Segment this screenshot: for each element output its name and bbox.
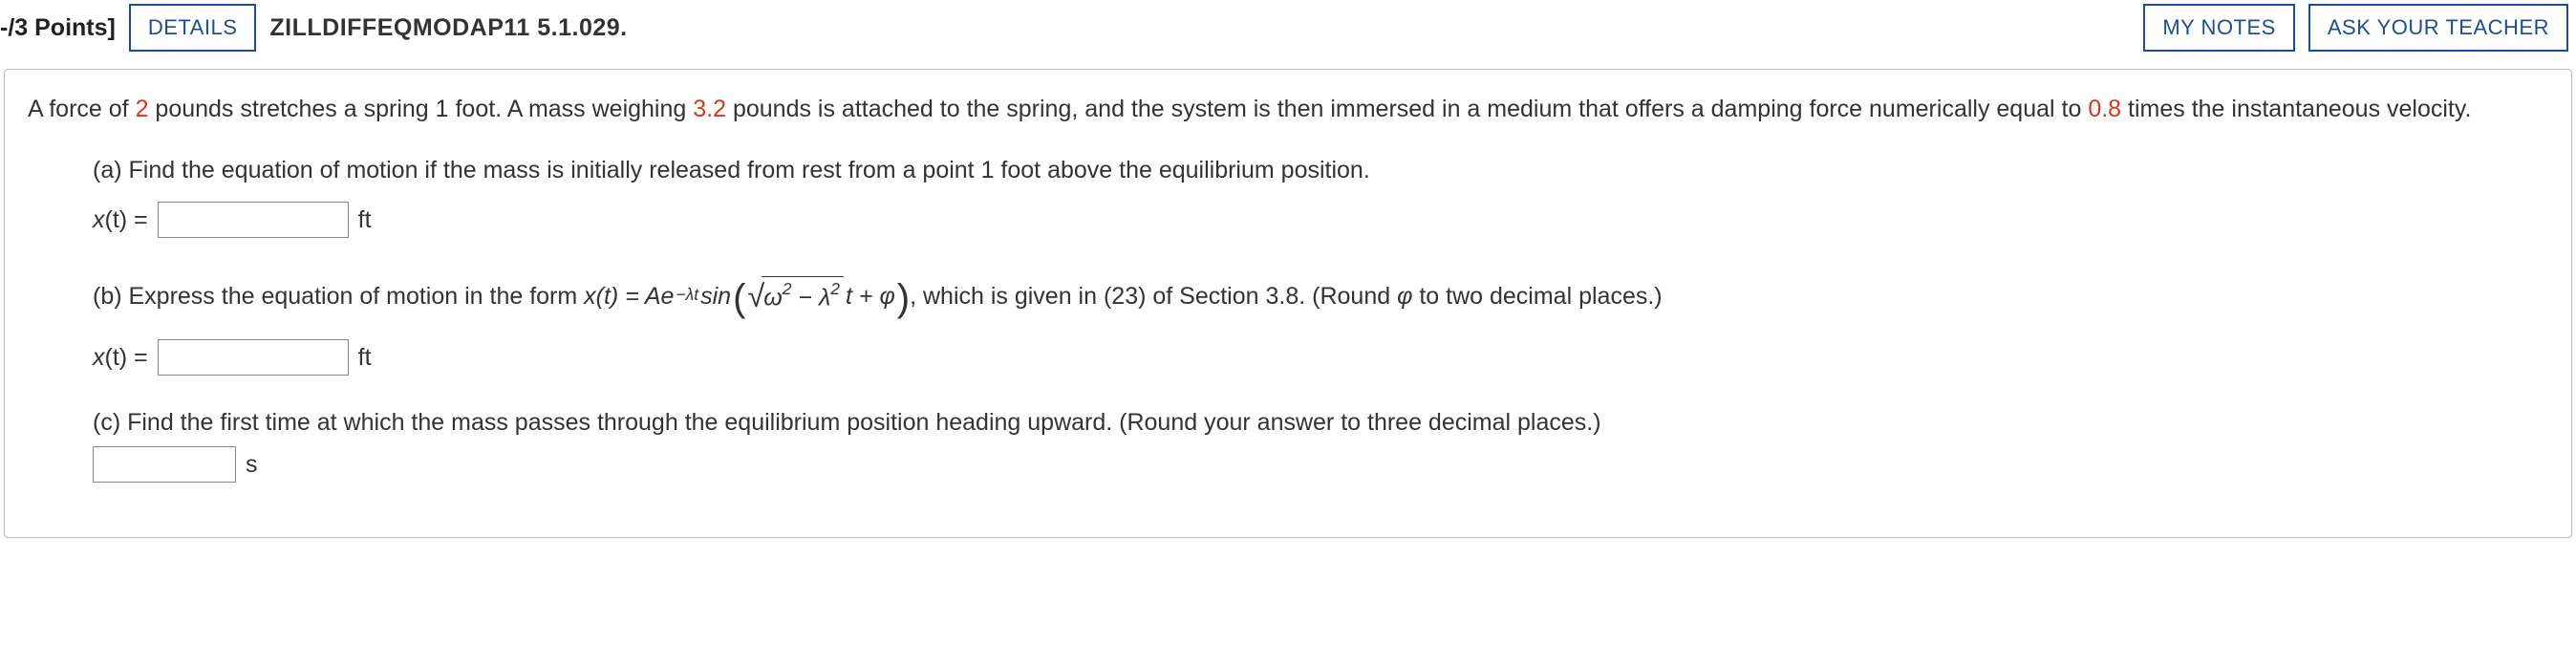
part-a-prompt: (a) Find the equation of motion if the m… (93, 151, 2548, 189)
part-a-answer-line: x(t) = ft (93, 201, 2548, 239)
ask-teacher-button[interactable]: ASK YOUR TEACHER (2308, 4, 2568, 52)
my-notes-button[interactable]: MY NOTES (2143, 4, 2295, 52)
part-b-suffix2: to two decimal places.) (1412, 283, 1662, 310)
omega: ω (763, 284, 782, 311)
part-a-variable: x(t) = (93, 201, 148, 239)
open-paren: ( (733, 268, 745, 329)
var-arg: (t) (105, 206, 128, 233)
sqrt-icon: √ (747, 281, 764, 312)
sqrt-expression: √ ω2 − λ2 (747, 276, 844, 316)
var-x-b: x (93, 344, 105, 371)
intro-value-mass: 3.2 (693, 96, 726, 122)
part-c-prompt: (c) Find the first time at which the mas… (93, 403, 2548, 441)
sqrt-argument: ω2 − λ2 (762, 276, 844, 316)
part-b-unit: ft (358, 338, 372, 377)
formula-xt: x(t) = Ae (584, 277, 674, 315)
lambda: λ (819, 284, 830, 311)
part-b-variable: x(t) = (93, 338, 148, 377)
equals-sign: = (127, 206, 148, 233)
points-label: -/3 Points] (0, 14, 116, 42)
part-c-answer-line: s (93, 445, 2548, 484)
part-c-unit: s (246, 445, 258, 484)
intro-text-1: A force of (28, 96, 136, 122)
omega-sq: 2 (783, 279, 792, 298)
part-b-answer-line: x(t) = ft (93, 338, 2548, 377)
formula-exponent: −λt (676, 281, 698, 308)
part-a-unit: ft (358, 201, 372, 239)
part-a: (a) Find the equation of motion if the m… (28, 151, 2548, 239)
intro-text-4: times the instantaneous velocity. (2121, 96, 2471, 122)
part-b-suffix: , which is given in (23) of Section 3.8.… (910, 283, 1397, 310)
minus: − (791, 284, 819, 311)
phi-symbol: φ (1397, 283, 1412, 310)
details-button[interactable]: DETAILS (129, 4, 257, 52)
part-b-formula: x(t) = Ae−λt sin( √ ω2 − λ2 t + φ) (584, 266, 910, 327)
intro-text-3: pounds is attached to the spring, and th… (726, 96, 2088, 122)
part-b-prompt: (b) Express the equation of motion in th… (93, 266, 2548, 327)
formula-sin: sin (700, 277, 731, 315)
intro-text-2: pounds stretches a spring 1 foot. A mass… (148, 96, 693, 122)
intro-value-damping: 0.8 (2088, 96, 2121, 122)
part-b: (b) Express the equation of motion in th… (28, 266, 2548, 377)
problem-container: A force of 2 pounds stretches a spring 1… (4, 69, 2572, 538)
question-header: -/3 Points] DETAILS ZILLDIFFEQMODAP11 5.… (0, 0, 2576, 63)
part-b-prefix: (b) Express the equation of motion in th… (93, 283, 584, 310)
problem-intro: A force of 2 pounds stretches a spring 1… (28, 91, 2548, 128)
part-c-input[interactable] (93, 446, 236, 483)
var-x: x (93, 206, 105, 233)
equals-sign-b: = (127, 344, 148, 371)
close-paren: ) (897, 268, 910, 329)
part-b-input[interactable] (158, 339, 349, 376)
after-sqrt: t + φ (846, 277, 895, 315)
lambda-sq: 2 (830, 279, 840, 298)
intro-value-force: 2 (136, 96, 149, 122)
textbook-reference: ZILLDIFFEQMODAP11 5.1.029. (269, 14, 627, 42)
var-arg-b: (t) (105, 344, 128, 371)
part-a-input[interactable] (158, 202, 349, 238)
part-c: (c) Find the first time at which the mas… (28, 403, 2548, 484)
